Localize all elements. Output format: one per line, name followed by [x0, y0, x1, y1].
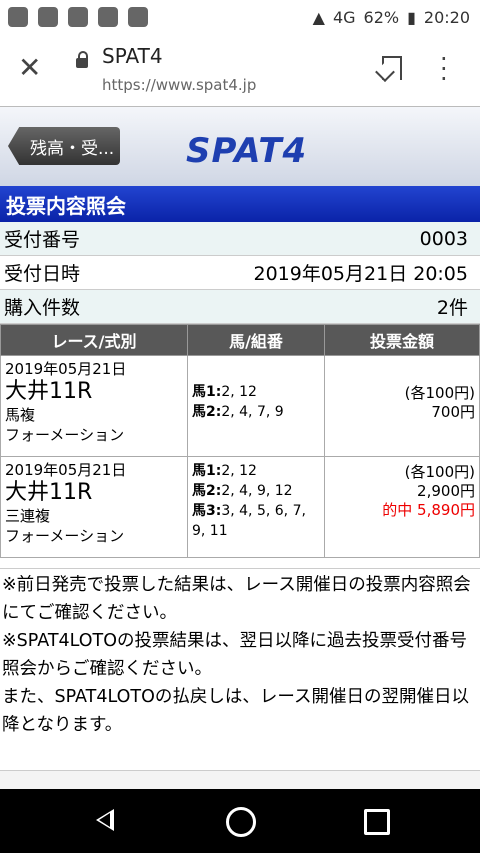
table-header: レース/式別 馬/組番 投票金額	[0, 324, 480, 356]
clock: 20:20	[423, 7, 470, 27]
status-bar: ▲ 4G 62% ▮ 20:20	[0, 0, 480, 34]
lock-icon[interactable]	[76, 51, 88, 68]
battery-percent: 62%	[363, 7, 400, 27]
more-menu-icon[interactable]: · · ·	[440, 47, 448, 91]
header-race: レース/式別	[0, 324, 188, 356]
bet-type: 馬複	[5, 406, 36, 424]
page-title[interactable]: SPAT4	[102, 44, 163, 68]
amount-cell: (各100円) 2,900円 的中 5,890円	[324, 456, 480, 558]
race-name: 大井11R	[5, 379, 93, 404]
total-amount: 700円	[431, 403, 475, 421]
line-icon	[38, 7, 58, 27]
shield-icon	[128, 7, 148, 27]
bet-method: フォーメーション	[5, 527, 125, 545]
section-title: 投票内容照会	[0, 186, 480, 222]
header-combo: 馬/組番	[187, 324, 325, 356]
site-header: 残高・受... SPAT4	[0, 106, 480, 187]
race-cell: 2019年05月21日 大井11R 馬複 フォーメーション	[0, 355, 188, 457]
receipt-date-row: 受付日時 2019年05月21日 20:05	[0, 256, 480, 290]
table-row: 2019年05月21日 大井11R 三連複 フォーメーション 馬1:2, 12 …	[0, 456, 480, 558]
notification-icon	[8, 7, 28, 27]
combo-line: 馬2:2, 4, 7, 9	[192, 404, 284, 420]
bookmark-icon[interactable]	[382, 56, 402, 80]
receipt-number-value: 0003	[419, 227, 468, 250]
amount-cell: (各100円) 700円	[324, 355, 480, 457]
note-text: ※SPAT4LOTOの投票結果は、翌日以降に過去投票受付番号照会からご確認くださ…	[2, 631, 468, 679]
spat4-logo: SPAT4	[186, 131, 308, 171]
receipt-number-label: 受付番号	[4, 229, 81, 251]
header-amount: 投票金額	[324, 324, 480, 356]
receipt-number-row: 受付番号 0003	[0, 222, 480, 256]
recent-apps-icon[interactable]	[364, 809, 390, 835]
android-nav-bar	[0, 789, 480, 853]
race-cell: 2019年05月21日 大井11R 三連複 フォーメーション	[0, 456, 188, 558]
receipt-date-label: 受付日時	[4, 263, 81, 285]
receipt-date-value: 2019年05月21日 20:05	[253, 263, 468, 285]
unit-price: (各100円)	[404, 384, 475, 402]
back-button[interactable]: 残高・受...	[8, 127, 120, 165]
table-row: 2019年05月21日 大井11R 馬複 フォーメーション 馬1:2, 12 馬…	[0, 355, 480, 457]
purchase-count-row: 購入件数 2件	[0, 290, 480, 324]
url-text[interactable]: https://www.spat4.jp	[102, 76, 256, 94]
bet-type: 三連複	[5, 507, 51, 525]
note-text: ※前日発売で投票した結果は、レース開催日の投票内容照会にてご確認ください。	[2, 575, 471, 623]
race-date: 2019年05月21日	[5, 360, 127, 378]
race-name: 大井11R	[5, 480, 93, 505]
image-icon	[68, 7, 88, 27]
home-icon[interactable]	[226, 807, 256, 837]
network-label: 4G	[332, 7, 356, 27]
combo-line: 馬1:2, 12	[192, 384, 257, 400]
close-icon[interactable]: ✕	[18, 54, 41, 82]
combo-cell: 馬1:2, 12 馬2:2, 4, 9, 12 馬3:3, 4, 5, 6, 7…	[187, 456, 325, 558]
race-date: 2019年05月21日	[5, 461, 127, 479]
battery-icon: ▮	[407, 7, 416, 27]
unit-price: (各100円)	[404, 463, 475, 481]
win-result: 的中 5,890円	[382, 501, 475, 519]
notes: ※前日発売で投票した結果は、レース開催日の投票内容照会にてご確認ください。 ※S…	[0, 568, 480, 739]
combo-line: 馬2:2, 4, 9, 12	[192, 483, 293, 499]
bet-method: フォーメーション	[5, 426, 125, 444]
signal-icon: ▲	[312, 7, 325, 27]
note-text: また、SPAT4LOTOの払戻しは、レース開催日の翌開催日以降となります。	[2, 687, 469, 735]
bets-table: レース/式別 馬/組番 投票金額 2019年05月21日 大井11R 馬複 フォ…	[0, 324, 480, 558]
app-icon	[98, 7, 118, 27]
combo-line: 馬3:3, 4, 5, 6, 7, 9, 11	[192, 503, 306, 539]
purchase-count-value: 2件	[436, 297, 468, 319]
browser-toolbar: ✕ SPAT4 https://www.spat4.jp · · ·	[0, 34, 480, 107]
combo-cell: 馬1:2, 12 馬2:2, 4, 7, 9	[187, 355, 325, 457]
total-amount: 2,900円	[417, 482, 475, 500]
combo-line: 馬1:2, 12	[192, 463, 257, 479]
next-section	[0, 770, 480, 789]
purchase-count-label: 購入件数	[4, 297, 81, 319]
back-icon[interactable]	[96, 809, 114, 831]
